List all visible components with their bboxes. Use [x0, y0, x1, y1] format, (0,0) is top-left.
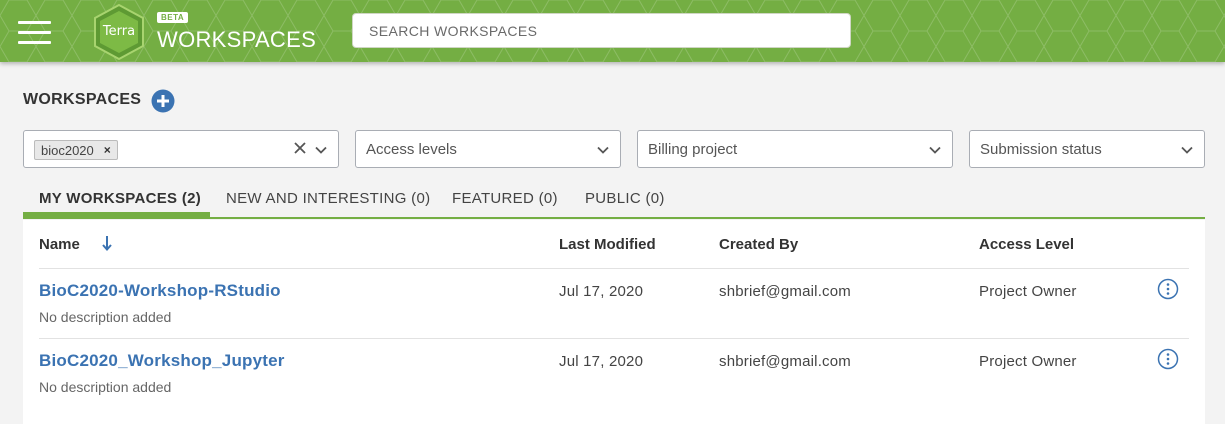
column-header-name[interactable]: Name: [39, 236, 80, 253]
more-options-icon[interactable]: [1157, 278, 1179, 300]
column-header-last-modified[interactable]: Last Modified: [559, 236, 656, 253]
sort-arrow-down-icon[interactable]: [100, 234, 114, 252]
tag-filter[interactable]: bioc2020 ×: [23, 130, 339, 168]
column-header-access-level[interactable]: Access Level: [979, 236, 1074, 253]
last-modified-cell: Jul 17, 2020: [559, 353, 644, 370]
tab-featured[interactable]: FEATURED (0): [452, 190, 558, 207]
beta-badge: BETA: [157, 12, 189, 23]
last-modified-cell: Jul 17, 2020: [559, 283, 644, 300]
tab-new-and-interesting[interactable]: NEW AND INTERESTING (0): [226, 190, 430, 207]
access-level-cell: Project Owner: [979, 283, 1077, 300]
chevron-down-icon: [597, 146, 609, 154]
app-title: WORKSPACES: [157, 27, 317, 52]
page-title: WORKSPACES: [23, 91, 142, 108]
logo-text: Terra: [102, 24, 136, 39]
active-tab-indicator: [23, 212, 210, 217]
search-input[interactable]: [352, 13, 851, 48]
row-divider: [39, 338, 1189, 339]
access-levels-placeholder: Access levels: [366, 141, 457, 158]
billing-project-placeholder: Billing project: [648, 141, 738, 158]
column-header-created-by[interactable]: Created By: [719, 236, 798, 253]
workspace-name-link[interactable]: BioC2020-Workshop-RStudio: [39, 281, 281, 301]
plus-circle-icon[interactable]: [151, 89, 175, 113]
access-levels-filter[interactable]: Access levels: [355, 130, 621, 168]
top-bar: Terra BETA WORKSPACES: [0, 0, 1225, 62]
remove-tag-icon[interactable]: ×: [104, 143, 111, 157]
created-by-cell: shbrief@gmail.com: [719, 353, 851, 370]
row-divider: [39, 268, 1189, 269]
tab-my-workspaces[interactable]: MY WORKSPACES (2): [39, 190, 201, 207]
workspace-name-link[interactable]: BioC2020_Workshop_Jupyter: [39, 351, 285, 371]
chevron-down-icon[interactable]: [314, 143, 328, 157]
tag-chip-label: bioc2020: [41, 142, 94, 158]
more-options-icon[interactable]: [1157, 348, 1179, 370]
workspace-description: No description added: [39, 309, 172, 325]
tab-public[interactable]: PUBLIC (0): [585, 190, 665, 207]
workspaces-table: Name Last Modified Created By Access Lev…: [23, 220, 1205, 424]
billing-project-filter[interactable]: Billing project: [637, 130, 953, 168]
workspace-tabs: MY WORKSPACES (2) NEW AND INTERESTING (0…: [23, 186, 1205, 219]
clear-icon[interactable]: [293, 141, 307, 155]
tag-chip: bioc2020 ×: [34, 140, 118, 160]
created-by-cell: shbrief@gmail.com: [719, 283, 851, 300]
chevron-down-icon: [929, 146, 941, 154]
submission-status-filter[interactable]: Submission status: [969, 130, 1205, 168]
access-level-cell: Project Owner: [979, 353, 1077, 370]
menu-hamburger-icon[interactable]: [18, 17, 52, 45]
chevron-down-icon: [1181, 146, 1193, 154]
submission-status-placeholder: Submission status: [980, 141, 1102, 158]
workspace-description: No description added: [39, 379, 172, 395]
